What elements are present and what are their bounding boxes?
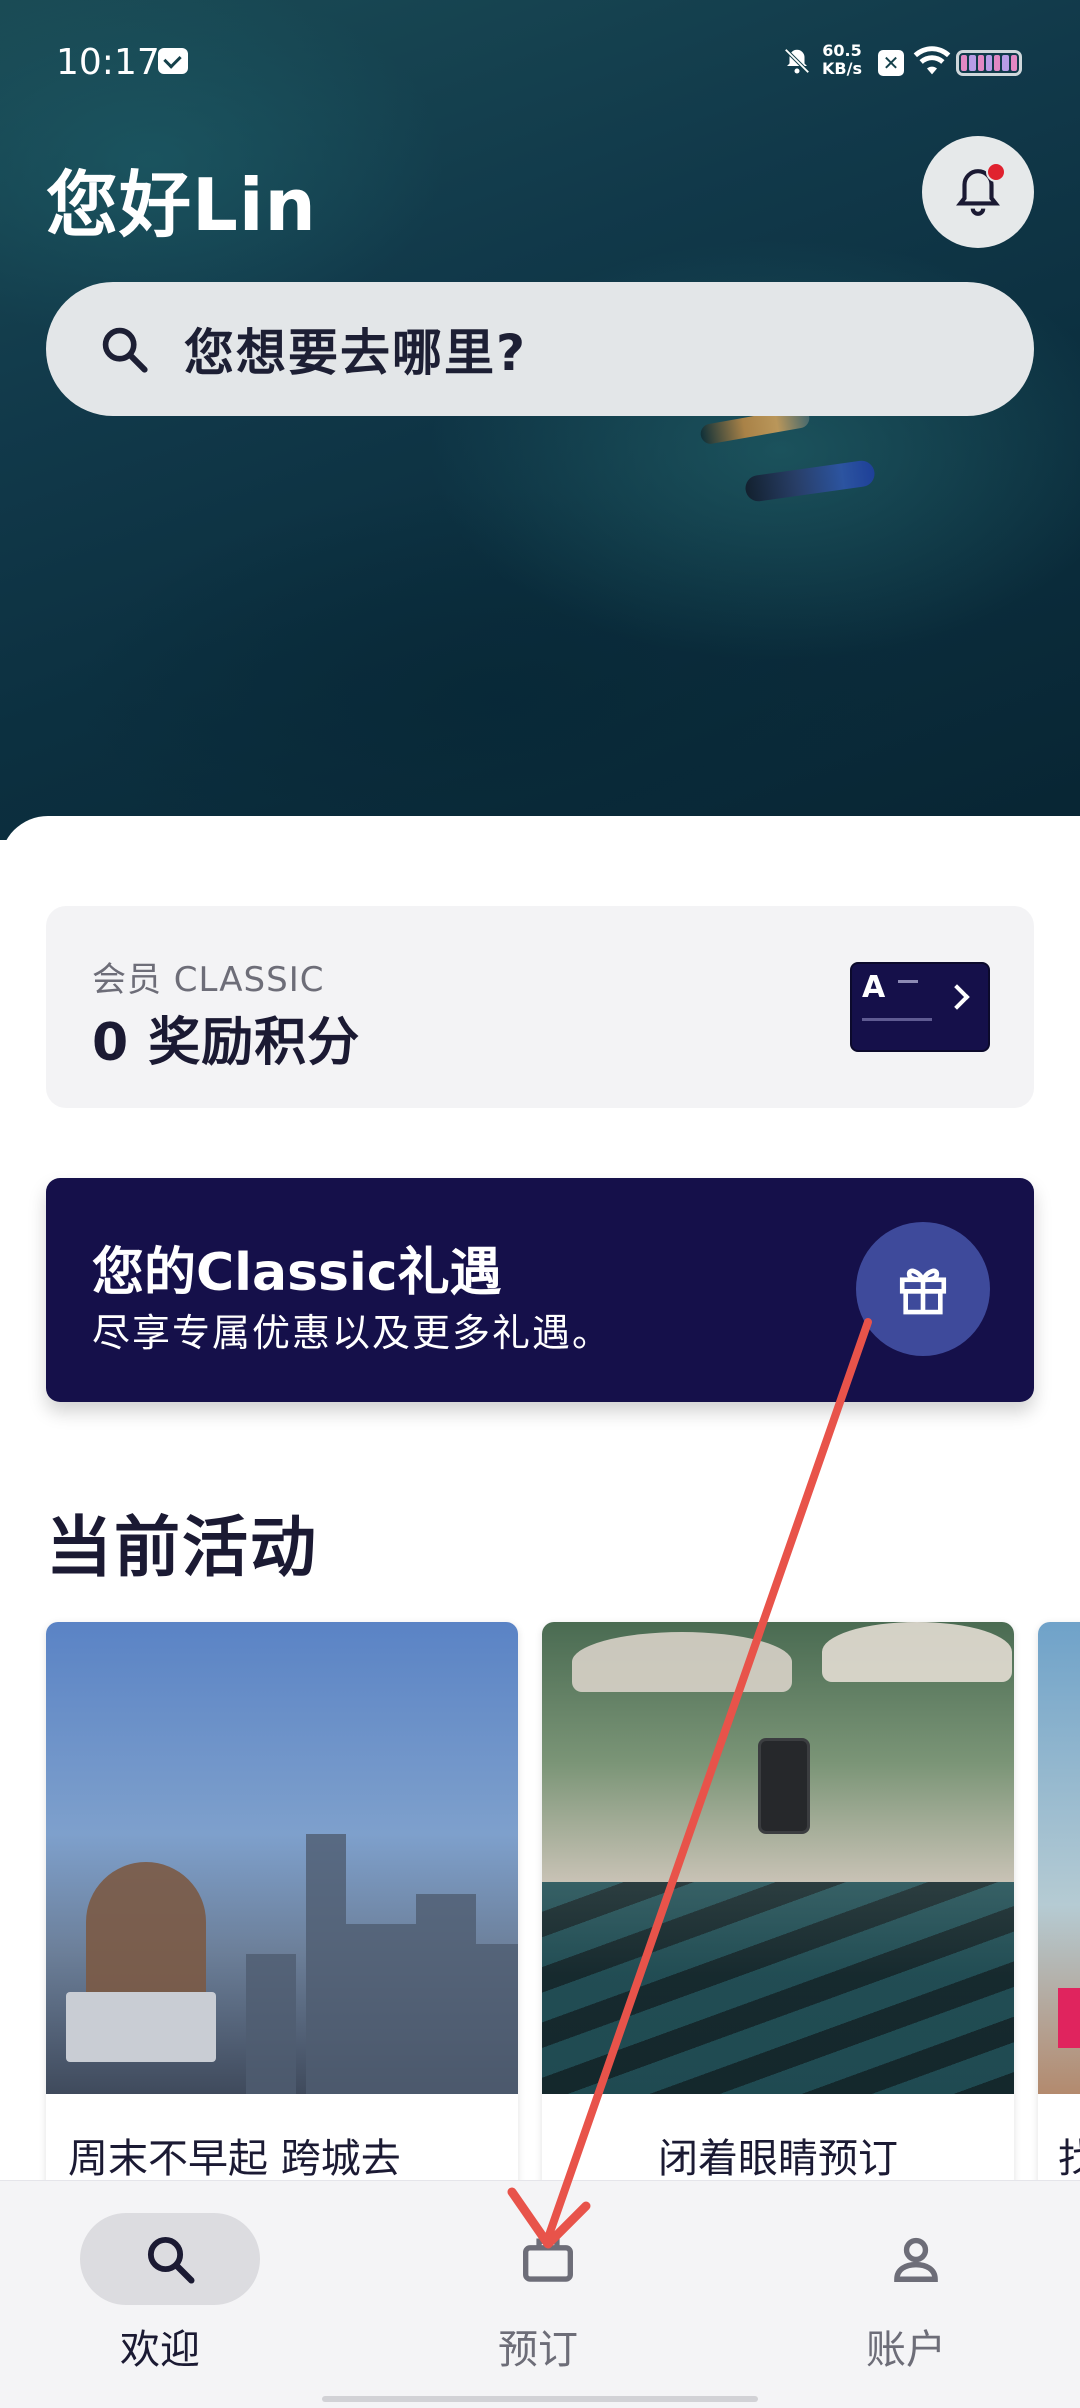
network-speed-unit: KB/s (822, 59, 862, 78)
activity-image (542, 1622, 1014, 2094)
brand-logo: A (862, 970, 886, 1005)
activity-card[interactable]: 周末不早起 跨城去 (46, 1622, 518, 2242)
member-card-thumbnail[interactable]: A (850, 962, 990, 1052)
app-notification-icon: ✕ (878, 50, 904, 76)
search-placeholder: 您想要去哪里? (184, 324, 528, 382)
membership-tier: 会员 CLASSIC (92, 960, 325, 1000)
greeting-title: 您好Lin (46, 163, 317, 247)
notification-badge (986, 162, 1006, 182)
activity-card[interactable]: 闭着眼睛预订 (542, 1622, 1014, 2242)
hero-background (0, 0, 1080, 840)
current-activities-title: 当前活动 (46, 1509, 318, 1586)
network-speed: 60.5 KB/s (822, 42, 862, 78)
notifications-button[interactable] (922, 136, 1034, 248)
message-notification-icon (158, 48, 188, 74)
bottom-navigation: 欢迎 预订 账户 (0, 2180, 1080, 2408)
network-speed-value: 60.5 (822, 41, 862, 60)
wifi-icon (913, 46, 951, 75)
classic-benefits-banner[interactable]: 您的Classic礼遇 尽享专属优惠以及更多礼遇。 (46, 1178, 1034, 1402)
activity-title: 闭着眼睛预订 (658, 2136, 898, 2182)
briefcase-icon (523, 2238, 573, 2282)
search-icon (102, 327, 148, 373)
benefits-title: 您的Classic礼遇 (92, 1243, 502, 1303)
nav-tab-bookings[interactable]: 预订 (418, 2213, 658, 2373)
activity-image (46, 1622, 518, 2094)
benefits-subtitle: 尽享专属优惠以及更多礼遇。 (92, 1311, 613, 1355)
nav-label: 账户 (866, 2327, 946, 2373)
nav-label: 欢迎 (120, 2327, 200, 2373)
gift-icon (899, 1268, 947, 1315)
activity-card[interactable]: 找 (1038, 1622, 1080, 2242)
nav-tab-welcome[interactable]: 欢迎 (40, 2213, 280, 2373)
reward-points: 0 奖励积分 (92, 1013, 361, 1073)
bell-muted-icon (784, 48, 810, 74)
activity-title: 找 (1058, 2136, 1080, 2182)
activity-image (1038, 1622, 1080, 2094)
search-icon (147, 2236, 195, 2284)
activity-title: 周末不早起 跨城去 (68, 2136, 401, 2182)
home-indicator (322, 2396, 758, 2402)
membership-card[interactable]: 会员 CLASSIC 0 奖励积分 A (46, 906, 1034, 1108)
battery-icon (956, 50, 1022, 76)
destination-search-bar[interactable]: 您想要去哪里? (46, 282, 1034, 416)
chevron-right-icon (944, 984, 970, 1010)
hero-swimmer (743, 459, 877, 503)
gift-button[interactable] (856, 1222, 990, 1356)
status-bar: 10:17 60.5 KB/s ✕ (0, 0, 1080, 120)
nav-tab-account[interactable]: 账户 (786, 2213, 1026, 2373)
status-time: 10:17 (56, 42, 160, 83)
nav-label: 预订 (498, 2327, 578, 2373)
person-icon (894, 2237, 938, 2282)
